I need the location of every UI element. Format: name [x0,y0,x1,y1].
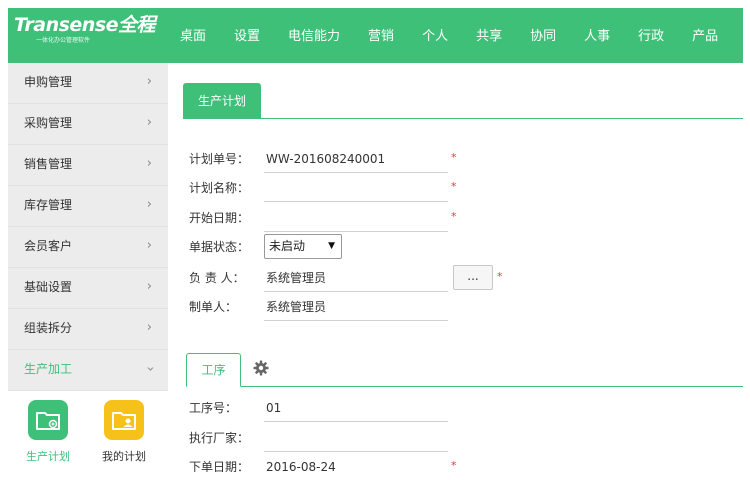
sidebar-item-members[interactable]: 会员客户 › [8,227,168,268]
main-content: 生产计划 计划单号： * 计划名称： * 开始日期： * 单据状态： 未启动 ▼… [168,63,743,472]
chevron-right-icon: › [146,238,152,253]
creator-input[interactable] [264,293,448,321]
brand-name: Transense全程 [14,14,156,36]
vendor-input[interactable] [264,424,448,452]
chevron-right-icon: › [146,197,152,212]
field-label: 执行厂家： [189,431,250,445]
sidebar-item-label: 申购管理 [24,75,73,89]
app-window: Transense全程 一体化办公管理软件 桌面 设置 电信能力 营销 个人 共… [8,8,743,472]
required-mark: * [451,151,457,164]
chevron-right-icon: › [146,74,152,89]
status-select[interactable]: 未启动 ▼ [264,234,342,259]
app-label: 我的计划 [102,450,146,463]
folder-user-icon [104,400,144,440]
field-label: 工序号： [189,401,238,415]
sidebar-item-basic-settings[interactable]: 基础设置 › [8,268,168,309]
field-label: 负 责 人： [189,271,245,285]
sidebar-item-procurement[interactable]: 采购管理 › [8,104,168,145]
brand-tagline: 一体化办公管理软件 [36,37,91,44]
required-mark: * [451,459,457,472]
gear-icon[interactable] [253,360,269,376]
required-mark: * [451,210,457,223]
sidebar-item-label: 生产加工 [24,362,73,376]
tab-production-plan[interactable]: 生产计划 [183,83,261,119]
chevron-down-icon: › [142,366,158,372]
nav-item-admin[interactable]: 行政 [624,8,678,63]
chevron-right-icon: › [146,115,152,130]
chevron-right-icon: › [146,156,152,171]
chevron-right-icon: › [146,279,152,294]
sidebar-item-label: 采购管理 [24,116,73,130]
nav-item-share[interactable]: 共享 [462,8,516,63]
field-label: 制单人： [189,300,238,314]
nav-item-desktop[interactable]: 桌面 [166,8,220,63]
sidebar-item-inventory[interactable]: 库存管理 › [8,186,168,227]
field-label: 单据状态： [189,240,250,254]
order-date-input[interactable] [264,453,448,472]
process-tab-bar: 工序 [186,353,743,387]
sidebar-app-grid: 生产计划 我的计划 [8,391,168,472]
nav-item-personal[interactable]: 个人 [408,8,462,63]
nav-item-hr[interactable]: 人事 [570,8,624,63]
sidebar-item-label: 会员客户 [24,239,73,253]
chevron-right-icon: › [146,320,152,335]
folder-upload-icon [28,400,68,440]
top-bar: Transense全程 一体化办公管理软件 桌面 设置 电信能力 营销 个人 共… [8,8,743,63]
nav-item-marketing[interactable]: 营销 [354,8,408,63]
sidebar-item-label: 基础设置 [24,280,73,294]
brand-logo[interactable]: Transense全程 一体化办公管理软件 [14,14,164,58]
field-label: 下单日期： [189,460,250,472]
status-select-value: 未启动 [269,239,306,253]
select-owner-button[interactable]: ... [453,265,493,290]
required-mark: * [451,180,457,193]
nav-item-telecom[interactable]: 电信能力 [274,8,354,63]
field-label: 计划单号： [189,152,250,166]
top-nav: 桌面 设置 电信能力 营销 个人 共享 协同 人事 行政 产品 [166,8,732,63]
owner-input[interactable] [264,264,448,292]
start-date-input[interactable] [264,204,448,232]
required-mark: * [497,270,503,283]
process-no-input[interactable] [264,394,448,422]
field-label: 开始日期： [189,211,250,225]
app-label: 生产计划 [26,450,70,463]
sidebar-item-sales[interactable]: 销售管理 › [8,145,168,186]
nav-item-settings[interactable]: 设置 [220,8,274,63]
sidebar-item-production[interactable]: 生产加工 › [8,350,168,391]
nav-item-product[interactable]: 产品 [678,8,732,63]
sidebar-item-assembly[interactable]: 组装拆分 › [8,309,168,350]
sidebar: 申购管理 › 采购管理 › 销售管理 › 库存管理 › 会员客户 › 基础设置 … [8,63,168,472]
nav-item-collab[interactable]: 协同 [516,8,570,63]
plan-name-input[interactable] [264,174,448,202]
caret-down-icon: ▼ [328,241,335,251]
sidebar-item-purchase-request[interactable]: 申购管理 › [8,63,168,104]
sidebar-item-label: 销售管理 [24,157,73,171]
sidebar-item-label: 组装拆分 [24,321,73,335]
plan-no-input[interactable] [264,145,448,173]
app-production-plan[interactable]: 生产计划 [18,400,78,464]
main-tab-bar: 生产计划 [183,83,743,119]
sidebar-item-label: 库存管理 [24,198,73,212]
field-label: 计划名称： [189,181,250,195]
tab-process[interactable]: 工序 [186,353,241,387]
app-my-plan[interactable]: 我的计划 [94,400,154,464]
